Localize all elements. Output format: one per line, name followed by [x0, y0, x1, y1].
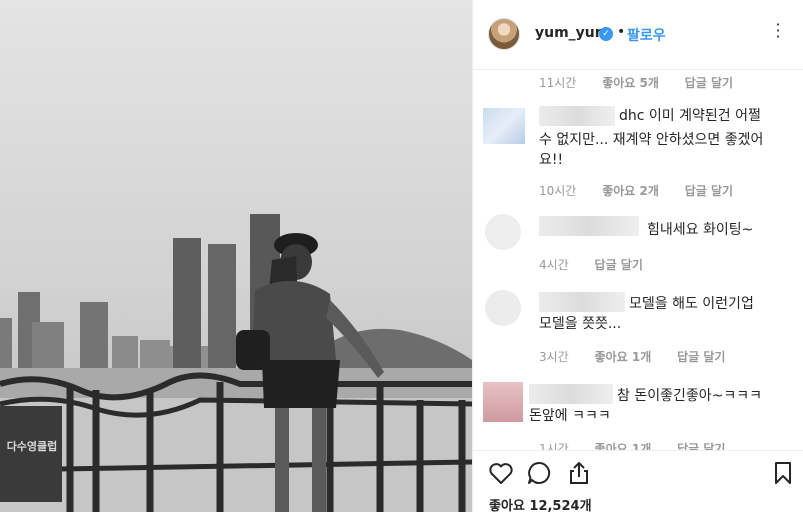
- comment-username[interactable]: [529, 384, 613, 404]
- reply-button[interactable]: 답글 달기: [677, 442, 725, 450]
- comment-likes[interactable]: 좋아요 5개: [602, 76, 659, 90]
- comment-text-line: 모델을 쯧쯧...: [539, 316, 622, 332]
- comment-meta: 10시간 좋아요 2개 답글 달기: [539, 182, 733, 199]
- comment-text-line: 모델을 해도 이런기업: [629, 296, 754, 312]
- beach-skyline-image: [0, 214, 472, 512]
- avatar[interactable]: [485, 290, 521, 326]
- comment-text-line: 참 돈이좋긴좋아~ㅋㅋㅋ: [617, 388, 762, 404]
- separator-dot: •: [617, 24, 626, 40]
- comment-username[interactable]: [539, 216, 639, 236]
- verified-badge-icon: ✓: [599, 27, 613, 41]
- comment-meta: 11시간 좋아요 5개 답글 달기: [539, 74, 733, 91]
- post-actions: 좋아요 12,524개: [473, 450, 803, 514]
- comment-text-line: 힘내세요 화이팅~: [647, 222, 754, 238]
- more-options-icon[interactable]: · · ·: [771, 17, 785, 45]
- post-header: yum_yum ✓ • 팔로우 · · ·: [473, 0, 803, 70]
- comment-time[interactable]: 1시간: [539, 442, 569, 450]
- comment-text-line: 요!!: [539, 152, 564, 168]
- likes-count[interactable]: 좋아요 12,524개: [489, 495, 592, 514]
- post-side-panel: yum_yum ✓ • 팔로우 · · · 11시간 좋아요 5개 답글 달기 dh…: [472, 0, 803, 514]
- reply-button[interactable]: 답글 달기: [685, 184, 733, 198]
- comment-time[interactable]: 4시간: [539, 258, 569, 272]
- comment-likes[interactable]: 좋아요 1개: [595, 350, 652, 364]
- reply-button[interactable]: 답글 달기: [595, 258, 643, 272]
- heart-icon[interactable]: [487, 459, 515, 487]
- comment-meta: 3시간 좋아요 1개 답글 달기: [539, 348, 725, 365]
- comment-time[interactable]: 10시간: [539, 184, 576, 198]
- follow-button[interactable]: 팔로우: [627, 25, 666, 45]
- comment-text-line: 돈앞에 ㅋㅋㅋ: [529, 408, 611, 424]
- post-photo[interactable]: 다수영클럽: [0, 0, 472, 512]
- reply-button[interactable]: 답글 달기: [685, 76, 733, 90]
- reply-button[interactable]: 답글 달기: [677, 350, 725, 364]
- comment-text-line: dhc 이미 계약된건 어쩔: [619, 108, 761, 124]
- sign-text: 다수영클럽: [6, 440, 58, 453]
- share-icon[interactable]: [565, 459, 593, 487]
- avatar[interactable]: [485, 214, 521, 250]
- avatar[interactable]: [483, 382, 523, 422]
- avatar[interactable]: [483, 108, 525, 144]
- comment-icon[interactable]: [525, 459, 553, 487]
- comments-list[interactable]: 11시간 좋아요 5개 답글 달기 dhc 이미 계약된건 어쩔 수 없지만..…: [473, 70, 803, 450]
- comment-likes[interactable]: 좋아요 2개: [602, 184, 659, 198]
- comment-username[interactable]: [539, 106, 615, 126]
- comment-username[interactable]: [539, 292, 625, 312]
- avatar[interactable]: [488, 18, 520, 50]
- comment-meta: 1시간 좋아요 1개 답글 달기: [539, 440, 725, 450]
- bookmark-icon[interactable]: [769, 459, 797, 487]
- comment-meta: 4시간 답글 달기: [539, 256, 643, 273]
- comment-time[interactable]: 3시간: [539, 350, 569, 364]
- comment-text-line: 수 없지만... 재계약 안하셨으면 좋겠어: [539, 132, 764, 148]
- comment-likes[interactable]: 좋아요 1개: [595, 442, 652, 450]
- comment-time[interactable]: 11시간: [539, 76, 576, 90]
